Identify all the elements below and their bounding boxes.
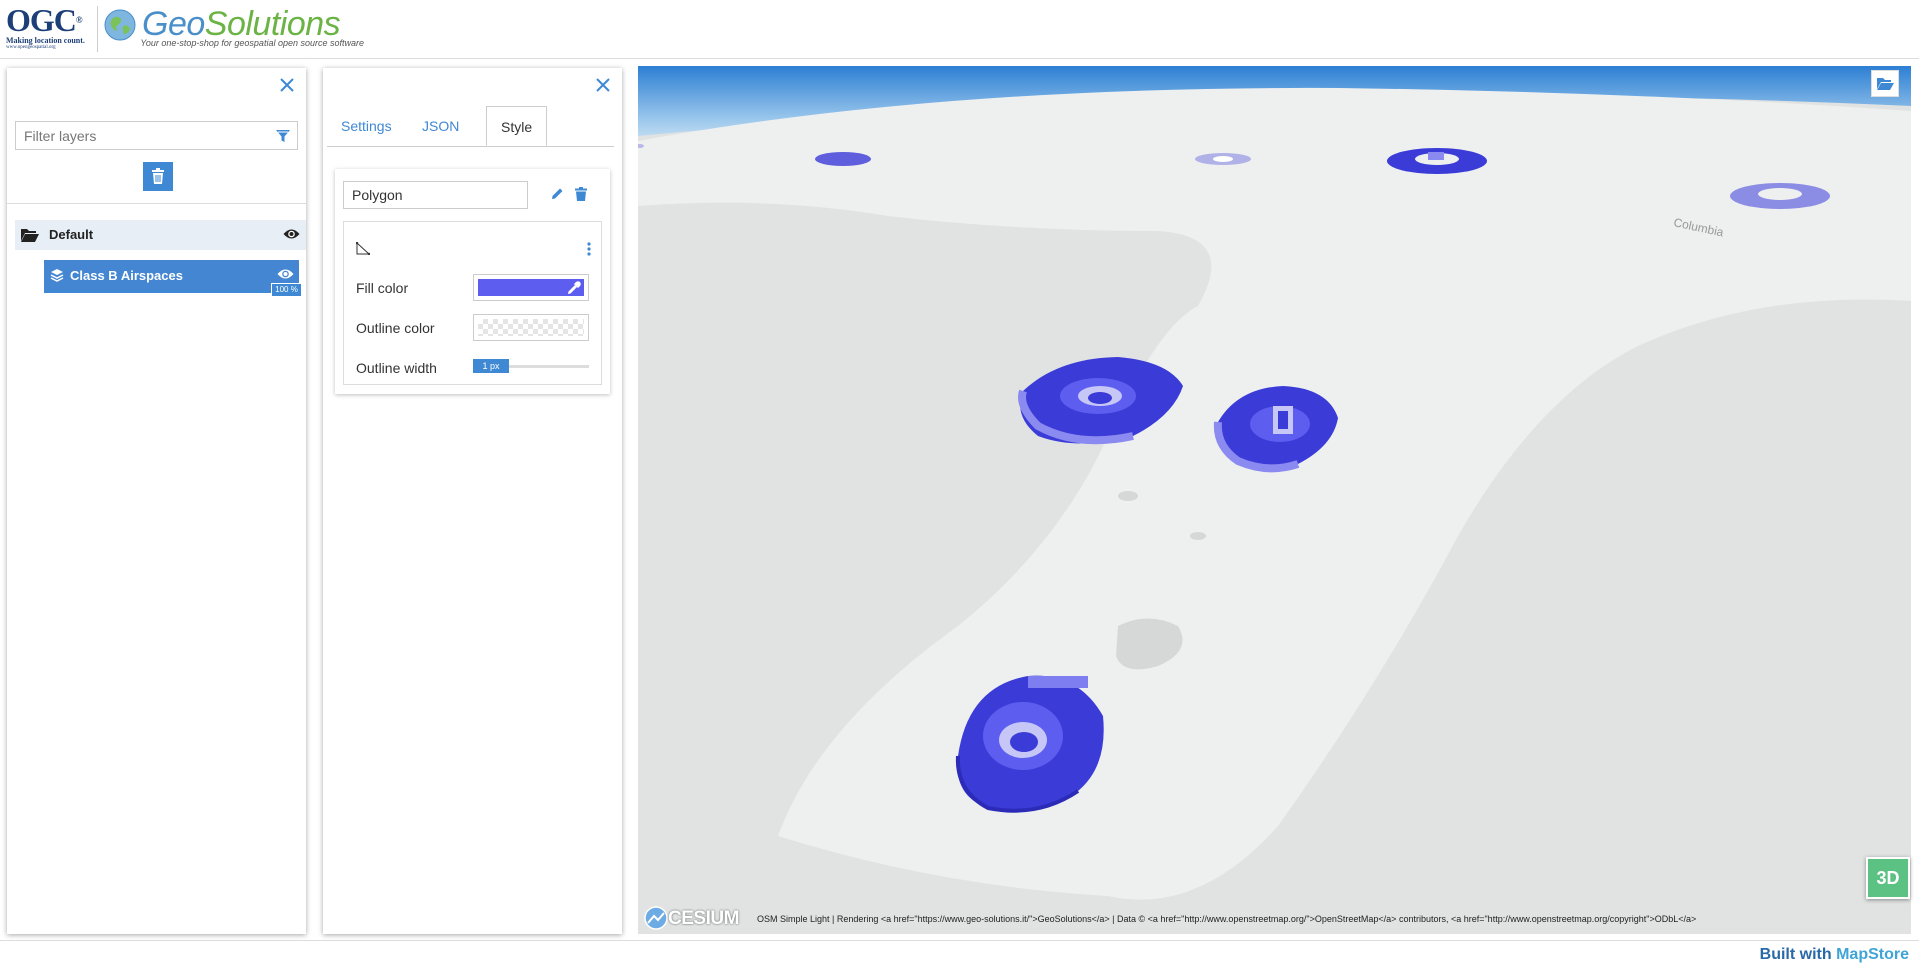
- geosolutions-tagline: Your one-stop-shop for geospatial open s…: [140, 38, 364, 48]
- pencil-icon[interactable]: [550, 187, 564, 201]
- ogc-logo: OGC® Making location count. www.opengeos…: [6, 4, 90, 50]
- ogc-logo-title: OGC: [6, 2, 77, 38]
- polygon-icon: [356, 242, 370, 255]
- map-catalog-button[interactable]: [1871, 70, 1899, 97]
- close-icon[interactable]: [276, 74, 298, 96]
- group-label: Default: [49, 227, 94, 242]
- app-header: OGC® Making location count. www.opengeos…: [0, 0, 1919, 59]
- layer-filter: [15, 121, 298, 150]
- ogc-logo-mark: ®: [75, 15, 83, 25]
- toolbar-divider: [7, 203, 306, 204]
- fill-color-label: Fill color: [356, 280, 409, 296]
- folder-open-icon: [1877, 78, 1894, 90]
- folder-open-icon: [21, 229, 39, 242]
- eye-icon[interactable]: [277, 268, 294, 280]
- app-footer: Built with MapStore: [0, 940, 1919, 970]
- logo-divider: [97, 6, 98, 52]
- map-attribution: OSM Simple Light | Rendering <a href="ht…: [757, 914, 1697, 924]
- filter-layers-input[interactable]: [16, 122, 282, 149]
- layer-opacity-slider[interactable]: [44, 290, 299, 293]
- airspace-charlotte: [1387, 148, 1487, 174]
- tab-settings[interactable]: Settings: [327, 106, 406, 146]
- globe-icon: [104, 9, 136, 41]
- cesium-logo-icon: [644, 906, 668, 930]
- mapstore-label: MapStore: [1836, 946, 1909, 963]
- layer-label: Class B Airspaces: [70, 268, 183, 283]
- settings-tabs: Settings JSON Style: [327, 106, 614, 147]
- fill-color-picker[interactable]: [473, 274, 589, 301]
- style-rule-card: Polygon Fill color Outline color Outline…: [335, 169, 610, 394]
- trash-icon: [152, 168, 164, 184]
- ogc-logo-tagline: Making location count.: [6, 36, 85, 45]
- outline-color-label: Outline color: [356, 320, 435, 336]
- filter-icon[interactable]: [275, 128, 291, 144]
- trash-icon[interactable]: [575, 187, 587, 201]
- rule-name-input[interactable]: Polygon: [343, 181, 528, 209]
- layers-icon: [50, 269, 64, 282]
- geosolutions-logo: GeoSolutions Your one-stop-shop for geos…: [104, 4, 364, 50]
- outline-width-value[interactable]: 1 px: [473, 359, 509, 373]
- outline-width-label: Outline width: [356, 360, 437, 376]
- layer-opacity-value: 100 %: [271, 283, 302, 297]
- toggle-3d-button[interactable]: 3D: [1866, 857, 1910, 899]
- delete-layer-button[interactable]: [143, 162, 173, 191]
- layer-item-class-b-airspaces[interactable]: Class B Airspaces: [44, 260, 299, 291]
- cesium-logo-text: CESIUM: [668, 908, 739, 929]
- tab-style[interactable]: Style: [486, 106, 548, 146]
- built-with-mapstore-link[interactable]: Built with MapStore: [1760, 946, 1909, 964]
- outline-color-preview: [478, 319, 584, 336]
- layers-panel: Default Class B Airspaces 100 %: [7, 68, 306, 934]
- polygon-symbolizer: Fill color Outline color Outline width 1…: [343, 221, 602, 385]
- airspace-columbia: [1730, 183, 1830, 209]
- tab-json[interactable]: JSON: [408, 106, 473, 146]
- globe-terrain: Columbia: [638, 66, 1911, 934]
- layer-group-default[interactable]: Default: [15, 220, 306, 250]
- outline-color-picker[interactable]: [473, 314, 589, 341]
- ogc-logo-url: www.opengeospatial.org: [6, 45, 56, 50]
- close-icon[interactable]: [592, 74, 614, 96]
- more-vertical-icon[interactable]: [587, 242, 591, 256]
- layer-settings-panel: Settings JSON Style Polygon Fill color O…: [323, 68, 622, 934]
- map-3d-viewer[interactable]: Columbia CESIUM OSM Simple Light | Rende…: [638, 66, 1911, 934]
- built-with-label: Built with: [1759, 946, 1832, 963]
- eye-icon[interactable]: [283, 228, 300, 240]
- eyedropper-icon: [568, 281, 581, 294]
